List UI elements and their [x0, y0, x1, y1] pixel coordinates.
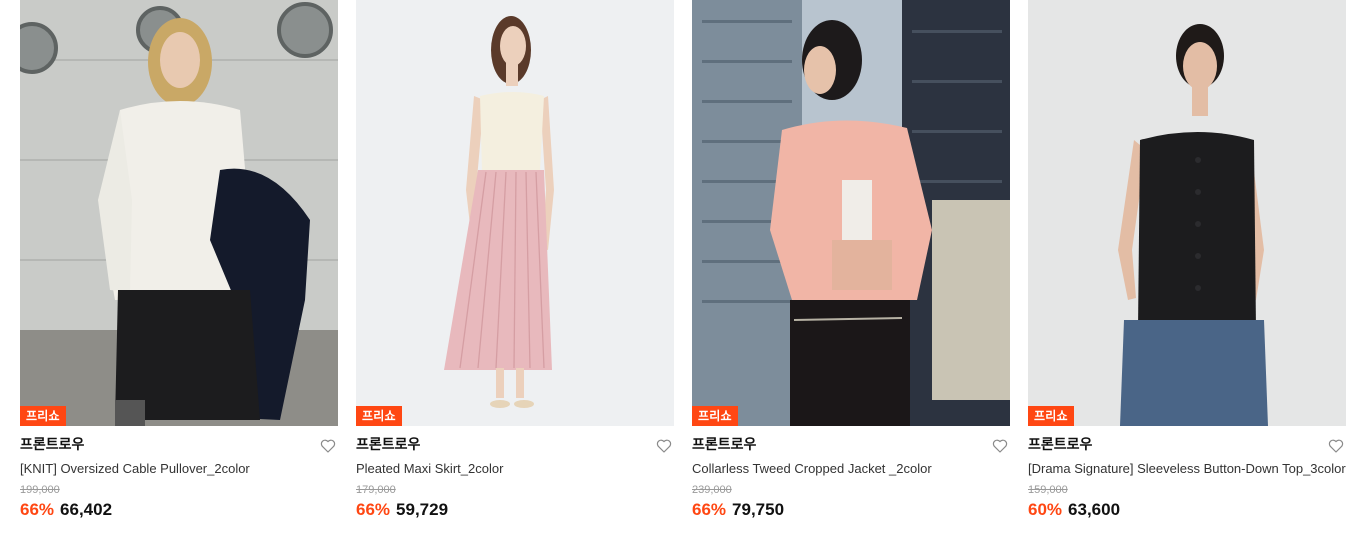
product-card[interactable]: 프리쇼 프론트로우 [KNIT] Oversized Cable Pullove…: [20, 0, 338, 520]
original-price: 199,000: [20, 484, 60, 496]
product-image[interactable]: 프리쇼: [20, 0, 338, 426]
product-name[interactable]: Collarless Tweed Cropped Jacket _2color: [692, 460, 1010, 478]
sale-price: 59,729: [396, 500, 449, 519]
discount-rate: 66%: [692, 500, 727, 519]
sale-price: 66,402: [60, 500, 113, 519]
original-price: 179,000: [356, 484, 396, 496]
price-row: 66% 66,402: [20, 500, 338, 520]
product-photo: [1028, 0, 1346, 426]
preshow-badge: 프리쇼: [356, 406, 402, 426]
brand-name[interactable]: 프론트로우: [20, 436, 338, 454]
sale-price: 63,600: [1068, 500, 1121, 519]
heart-outline-icon[interactable]: [1328, 438, 1344, 454]
discount-rate: 66%: [20, 500, 55, 519]
preshow-badge: 프리쇼: [20, 406, 66, 426]
product-photo: [692, 0, 1010, 426]
product-photo: [20, 0, 338, 426]
heart-outline-icon[interactable]: [992, 438, 1008, 454]
preshow-badge: 프리쇼: [1028, 406, 1074, 426]
price-row: 60% 63,600: [1028, 500, 1346, 520]
product-card[interactable]: 프리쇼 프론트로우 Pleated Maxi Skirt_2color 179,…: [356, 0, 674, 520]
product-image[interactable]: 프리쇼: [692, 0, 1010, 426]
product-image[interactable]: 프리쇼: [1028, 0, 1346, 426]
product-photo: [356, 0, 674, 426]
original-price: 239,000: [692, 484, 732, 496]
discount-rate: 60%: [1028, 500, 1063, 519]
price-row: 66% 59,729: [356, 500, 674, 520]
product-image[interactable]: 프리쇼: [356, 0, 674, 426]
discount-rate: 66%: [356, 500, 391, 519]
product-card[interactable]: 프리쇼 프론트로우 Collarless Tweed Cropped Jacke…: [692, 0, 1010, 520]
brand-name[interactable]: 프론트로우: [692, 436, 1010, 454]
brand-name[interactable]: 프론트로우: [1028, 436, 1346, 454]
brand-name[interactable]: 프론트로우: [356, 436, 674, 454]
product-name[interactable]: [KNIT] Oversized Cable Pullover_2color: [20, 460, 338, 478]
product-name[interactable]: [Drama Signature] Sleeveless Button-Down…: [1028, 460, 1346, 478]
original-price: 159,000: [1028, 484, 1068, 496]
product-name[interactable]: Pleated Maxi Skirt_2color: [356, 460, 674, 478]
sale-price: 79,750: [732, 500, 785, 519]
price-row: 66% 79,750: [692, 500, 1010, 520]
product-card[interactable]: 프리쇼 프론트로우 [Drama Signature] Sleeveless B…: [1028, 0, 1346, 520]
heart-outline-icon[interactable]: [320, 438, 336, 454]
preshow-badge: 프리쇼: [692, 406, 738, 426]
heart-outline-icon[interactable]: [656, 438, 672, 454]
